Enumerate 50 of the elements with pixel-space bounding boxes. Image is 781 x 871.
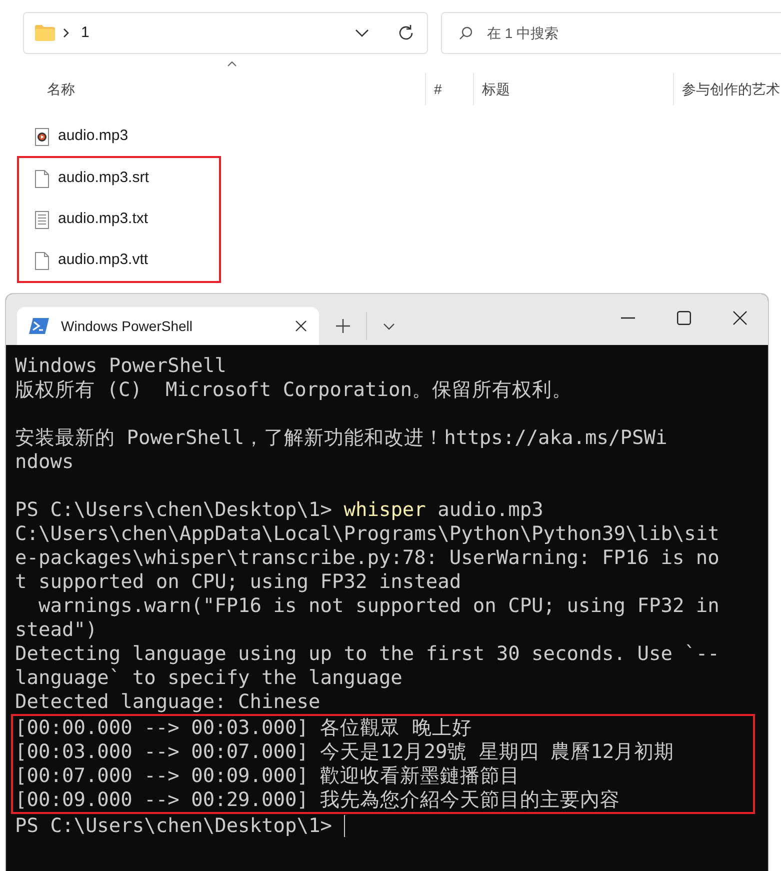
output-line: Detecting language using up to the first 30 seconds. Use `-- (15, 642, 720, 666)
output-line: Windows PowerShell (15, 354, 226, 378)
column-header[interactable]: # (434, 78, 442, 100)
plus-icon[interactable] (336, 319, 350, 333)
column-header[interactable]: 名称 (47, 78, 75, 100)
file-icon (35, 170, 49, 188)
output-line: [00:09.000 --> 00:29.000] 我先為您介紹今天節目的主要內容 (15, 788, 620, 812)
file-icon (35, 252, 49, 270)
prompt-text: PS C:\Users\chen\Desktop\1> (15, 498, 333, 522)
address-bar[interactable]: 1 (23, 12, 428, 54)
output-line: C:\Users\chen\AppData\Local\Programs\Python\Python39\lib\sit (15, 522, 720, 546)
audio-file-icon (35, 128, 49, 146)
command-argument: audio.mp3 (436, 498, 544, 522)
text-file-icon (35, 210, 49, 228)
output-line: warnings.warn("FP16 is not supported on CPU; using FP32 in (37, 594, 720, 618)
output-line: 安装最新的 PowerShell，了解新功能和改进！https://aka.ms/PSWi (15, 426, 668, 450)
output-line: t supported on CPU; using FP32 instead (15, 570, 462, 594)
close-icon[interactable] (295, 320, 307, 332)
chevron-down-icon[interactable] (383, 322, 395, 330)
search-field[interactable]: 在 1 中搜索 (441, 12, 781, 54)
output-line: [00:03.000 --> 00:07.000] 今天是12月29號 星期四 農曆12月初期 (15, 740, 674, 764)
prompt-text: PS C:\Users\chen\Desktop\1> (15, 814, 333, 838)
output-line: stead") (15, 618, 98, 642)
output-line: e-packages\whisper\transcribe.py:78: UserWarning: FP16 is no (15, 546, 720, 570)
maximize-icon[interactable] (677, 310, 691, 324)
dropdown-icon[interactable] (355, 29, 369, 37)
search-input[interactable]: 在 1 中搜索 (487, 22, 737, 44)
powershell-icon (29, 318, 49, 334)
file-name[interactable]: audio.mp3 (58, 125, 128, 148)
output-line: Detected language: Chinese (15, 690, 320, 714)
close-icon[interactable] (733, 310, 747, 324)
output-line: 版权所有 (C) Microsoft Corporation。保留所有权利。 (15, 378, 572, 402)
output-line: [00:00.000 --> 00:03.000] 各位觀眾 晚上好 (15, 716, 472, 740)
file-name[interactable]: audio.mp3.srt (58, 167, 149, 190)
command-name: whisper (344, 498, 426, 522)
minimize-icon[interactable] (621, 316, 635, 318)
terminal-tab[interactable]: Windows PowerShell (17, 307, 319, 345)
tab-title: Windows PowerShell (61, 316, 194, 336)
chevron-right-icon (63, 28, 69, 38)
refresh-icon[interactable] (397, 24, 415, 42)
file-name[interactable]: audio.mp3.txt (58, 208, 148, 231)
column-header[interactable]: 参与创作的艺术 (682, 78, 780, 100)
file-name[interactable]: audio.mp3.vtt (58, 249, 148, 272)
column-header[interactable]: 标题 (482, 78, 510, 100)
output-line: language` to specify the language (15, 666, 402, 690)
output-line: ndows (15, 450, 74, 474)
output-line: [00:07.000 --> 00:09.000] 歡迎收看新墨鏈播節目 (15, 764, 520, 788)
folder-icon (35, 25, 55, 41)
address-path[interactable]: 1 (81, 22, 90, 44)
search-icon (459, 26, 473, 40)
